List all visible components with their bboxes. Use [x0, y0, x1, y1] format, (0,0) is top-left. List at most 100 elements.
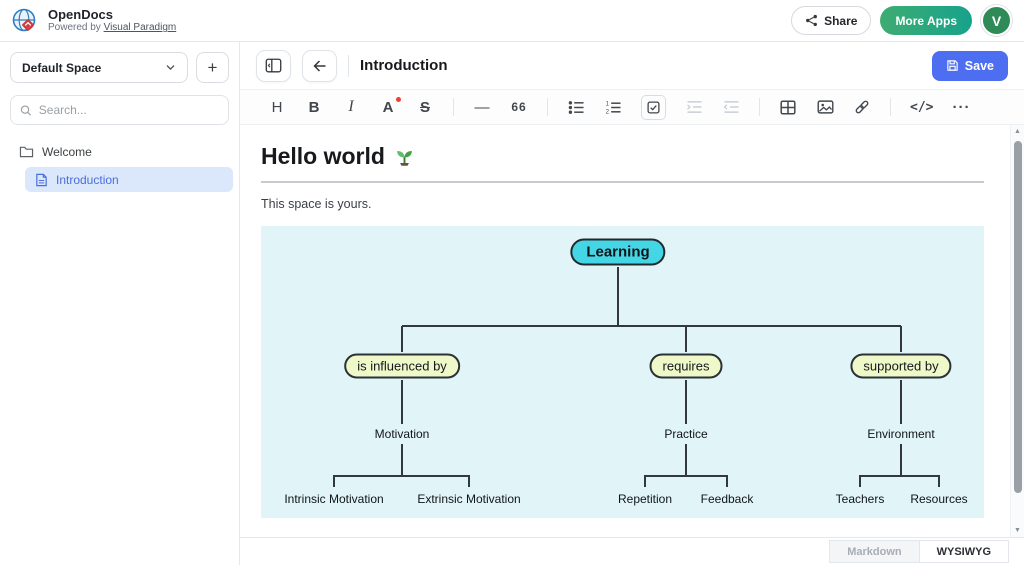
seedling-emoji-icon [394, 146, 415, 167]
doc-title: Introduction [360, 57, 447, 74]
svg-text:1: 1 [605, 100, 609, 107]
app-name: OpenDocs [48, 7, 176, 22]
task-list-button[interactable] [641, 95, 666, 120]
share-label: Share [824, 14, 857, 28]
mindmap-leaf-label: Intrinsic Motivation [284, 492, 383, 506]
mindmap-leaf-label: Extrinsic Motivation [417, 492, 520, 506]
numbered-list-icon: 1 2 [605, 100, 622, 115]
svg-text:2: 2 [605, 108, 609, 114]
outdent-button[interactable] [722, 95, 740, 119]
code-button[interactable]: </> [910, 95, 933, 119]
main-area: Default Space + W [0, 42, 1024, 565]
search-box[interactable] [10, 95, 229, 125]
heading-button[interactable]: H [268, 95, 286, 119]
search-input[interactable] [39, 103, 219, 117]
mindmap-edge-label: supported by [850, 354, 951, 379]
font-color-glyph: A [383, 99, 394, 116]
mindmap-leaf-label: Resources [910, 492, 967, 506]
doc-paragraph: This space is yours. [261, 197, 1024, 211]
scroll-up-arrow-icon[interactable]: ▲ [1014, 125, 1021, 138]
top-header: OpenDocs Powered by Visual Paradigm Shar… [0, 0, 1024, 42]
tab-markdown[interactable]: Markdown [829, 540, 918, 563]
toolbar-divider [547, 98, 548, 116]
tree-item-introduction[interactable]: Introduction [25, 167, 233, 192]
task-list-icon [647, 101, 660, 114]
folder-icon [19, 145, 34, 158]
add-space-button[interactable]: + [196, 52, 229, 83]
more-apps-button[interactable]: More Apps [880, 6, 972, 35]
table-button[interactable] [779, 95, 797, 119]
italic-button[interactable]: I [342, 95, 360, 119]
space-selector[interactable]: Default Space [10, 52, 188, 83]
mindmap-root-node: Learning [570, 239, 665, 266]
powered-by: Powered by Visual Paradigm [48, 22, 176, 34]
tree-item-label: Introduction [56, 173, 119, 187]
save-label: Save [965, 59, 994, 73]
share-button[interactable]: Share [791, 6, 871, 35]
opendocs-logo-icon [10, 6, 40, 36]
mindmap-edge-label: is influenced by [344, 354, 460, 379]
powered-by-prefix: Powered by [48, 22, 101, 33]
bullet-list-button[interactable] [567, 95, 585, 119]
horizontal-rule-button[interactable]: — [473, 95, 491, 119]
share-icon [805, 14, 818, 27]
mindmap-leaf-label: Feedback [701, 492, 754, 506]
header-actions: Share More Apps V [791, 5, 1012, 36]
doc-header: Introduction Save [240, 42, 1024, 90]
visual-paradigm-link[interactable]: Visual Paradigm [104, 22, 177, 33]
format-toolbar: H B I A S — 66 1 2 [240, 90, 1024, 125]
doc-heading-text: Hello world [261, 143, 385, 170]
save-button[interactable]: Save [932, 51, 1008, 81]
mindmap-category-label: Environment [867, 427, 934, 441]
tree-item-label: Welcome [42, 145, 92, 159]
brand-block: OpenDocs Powered by Visual Paradigm [48, 7, 176, 34]
image-icon [817, 100, 834, 114]
outdent-icon [723, 100, 740, 114]
mindmap-edge-label: requires [650, 354, 723, 379]
mindmap-leaf-label: Teachers [836, 492, 885, 506]
toolbar-divider [890, 98, 891, 116]
font-color-dot [396, 97, 401, 102]
scroll-down-arrow-icon[interactable]: ▼ [1014, 524, 1021, 537]
bullet-list-icon [568, 100, 585, 115]
link-button[interactable] [853, 95, 871, 119]
vertical-scrollbar[interactable]: ▲ ▼ [1010, 125, 1024, 537]
image-button[interactable] [816, 95, 834, 119]
space-selector-row: Default Space + [0, 52, 239, 83]
mindmap-category-label: Motivation [375, 427, 430, 441]
chevron-down-icon [165, 64, 176, 71]
mindmap-diagram[interactable]: Learning is influenced by requires suppo… [261, 226, 984, 518]
link-icon [854, 99, 870, 115]
sidebar: Default Space + W [0, 42, 240, 565]
table-icon [780, 100, 796, 115]
space-name: Default Space [22, 61, 101, 75]
tree-item-welcome[interactable]: Welcome [0, 139, 239, 164]
document-icon [35, 173, 48, 187]
header-divider [348, 55, 349, 77]
font-color-button[interactable]: A [379, 95, 397, 119]
scrollbar-thumb[interactable] [1014, 141, 1022, 493]
app-window: OpenDocs Powered by Visual Paradigm Shar… [0, 0, 1024, 565]
indent-button[interactable] [685, 95, 703, 119]
mindmap-leaf-label: Repetition [618, 492, 672, 506]
strikethrough-button[interactable]: S [416, 95, 434, 119]
back-button[interactable] [302, 50, 337, 82]
blockquote-button[interactable]: 66 [510, 95, 528, 119]
content-panel: Introduction Save H B I A S — 6 [240, 42, 1024, 565]
search-icon [20, 104, 32, 117]
user-avatar[interactable]: V [981, 5, 1012, 36]
doc-heading: Hello world [261, 143, 1024, 170]
save-icon [946, 59, 959, 72]
more-options-button[interactable]: ··· [952, 95, 970, 119]
editor-canvas[interactable]: Hello world This space is yours. [240, 125, 1024, 537]
status-bar: Markdown WYSIWYG [240, 537, 1024, 565]
toggle-sidebar-button[interactable] [256, 50, 291, 82]
toolbar-divider [453, 98, 454, 116]
toolbar-divider [759, 98, 760, 116]
numbered-list-button[interactable]: 1 2 [604, 95, 622, 119]
tab-wysiwyg[interactable]: WYSIWYG [919, 540, 1009, 563]
mindmap-category-label: Practice [664, 427, 707, 441]
page-tree: Welcome Introduction [0, 139, 239, 192]
back-arrow-icon [312, 59, 328, 73]
bold-button[interactable]: B [305, 95, 323, 119]
